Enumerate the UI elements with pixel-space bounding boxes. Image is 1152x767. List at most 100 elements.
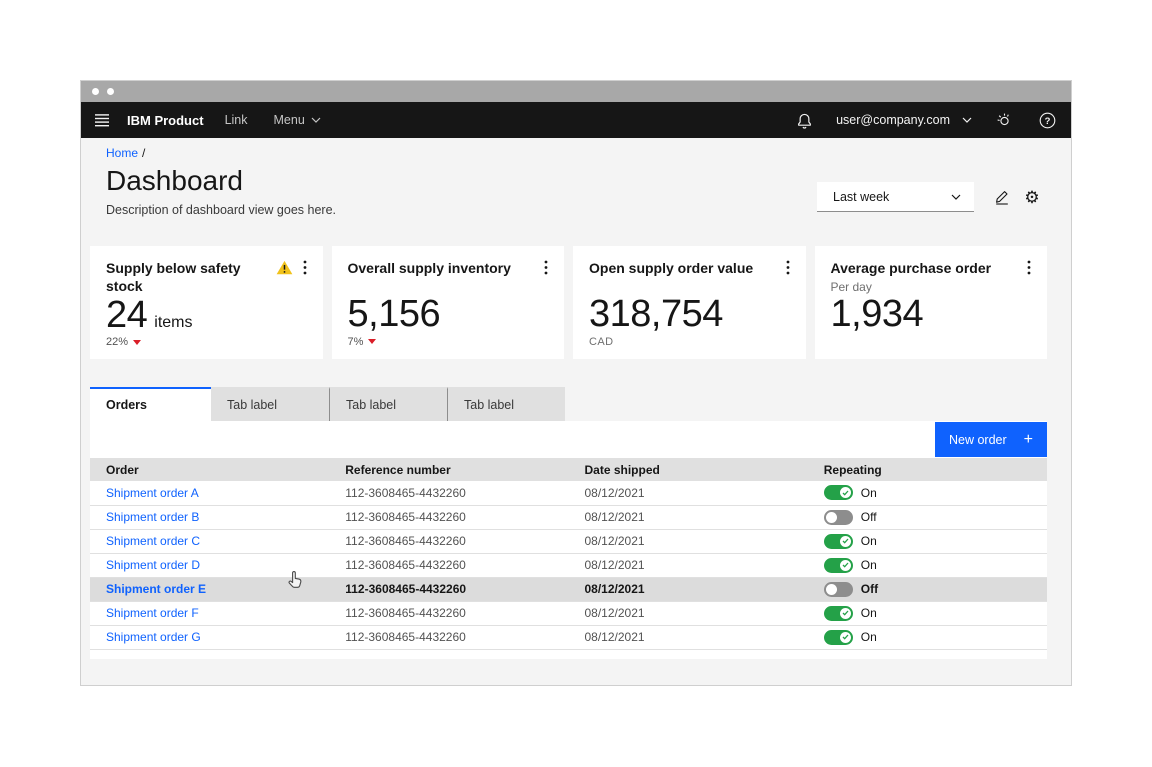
reference-cell: 112-3608465-4432260 [329,601,568,625]
breadcrumb-separator: / [142,146,145,160]
nav-menu[interactable]: Menu [261,102,334,138]
overflow-menu-icon[interactable] [1027,260,1031,275]
toggle-label: On [861,558,877,572]
nav-link[interactable]: Link [212,102,261,138]
order-link[interactable]: Shipment order A [106,486,199,500]
date-shipped-cell: 08/12/2021 [569,601,808,625]
settings-button[interactable]: ⚙ [1017,182,1047,212]
column-header-repeating[interactable]: Repeating [808,458,1047,481]
card-overall-supply-inventory: Overall supply inventory 5,156 7% [332,246,565,359]
card-title: Open supply order value [589,259,786,277]
check-icon [842,490,849,496]
date-shipped-cell: 08/12/2021 [569,481,808,505]
help-button[interactable]: ? [1026,102,1071,138]
card-title: Average purchase order [831,259,1028,277]
metric-value: 1,934 [831,294,924,334]
check-icon [842,562,849,568]
dropdown-value: Last week [833,190,889,204]
overflow-menu-icon[interactable] [786,260,790,275]
check-icon [842,610,849,616]
repeating-toggle[interactable] [824,485,853,500]
card-average-purchase-order: Average purchase order Per day 1,934 [815,246,1048,359]
orders-table: Order Reference number Date shipped Repe… [90,458,1047,650]
metric-cards: Supply below safety stock 24 [90,246,1047,359]
card-supply-below-safety-stock: Supply below safety stock 24 [90,246,323,359]
column-header-date-shipped[interactable]: Date shipped [569,458,808,481]
date-shipped-cell: 08/12/2021 [569,505,808,529]
product-name[interactable]: IBM Product [123,102,212,138]
trend-down-icon [133,340,141,345]
date-shipped-cell: 08/12/2021 [569,553,808,577]
date-shipped-cell: 08/12/2021 [569,625,808,649]
card-subtitle: Per day [831,280,1032,294]
order-link[interactable]: Shipment order C [106,534,200,548]
toggle-label: On [861,606,877,620]
chevron-down-icon [962,117,972,123]
tab-orders[interactable]: Orders [90,387,211,421]
header-spacer [334,102,783,138]
card-title: Overall supply inventory [348,259,545,277]
table-row[interactable]: Shipment order C 112-3608465-4432260 08/… [90,529,1047,553]
plus-icon: + [1024,432,1033,448]
app-window: IBM Product Link Menu user@company.com [80,80,1072,686]
metric-unit: items [154,314,192,332]
user-account-dropdown[interactable]: user@company.com [826,102,982,138]
table-row[interactable]: Shipment order D 112-3608465-4432260 08/… [90,553,1047,577]
time-period-dropdown[interactable]: Last week [817,182,974,212]
toggle-label: Off [861,582,878,596]
toggle-label: On [861,486,877,500]
reference-cell: 112-3608465-4432260 [329,577,568,601]
date-shipped-cell: 08/12/2021 [569,577,808,601]
toggle-label: On [861,534,877,548]
new-order-button[interactable]: New order + [935,422,1047,457]
table-row[interactable]: Shipment order A 112-3608465-4432260 08/… [90,481,1047,505]
metric-currency: CAD [589,336,613,348]
breadcrumb: Home / [106,146,1047,160]
trend-value: 22% [106,336,128,348]
pencil-edit-icon [994,189,1010,205]
window-control-dot[interactable] [107,88,114,95]
order-link[interactable]: Shipment order F [106,606,199,620]
column-header-reference[interactable]: Reference number [329,458,568,481]
page-content: Home/ Dashboard Description of dashboard… [81,138,1071,687]
overflow-menu-icon[interactable] [303,260,307,275]
order-link[interactable]: Shipment order G [106,630,201,644]
reference-cell: 112-3608465-4432260 [329,505,568,529]
theme-toggle-button[interactable] [982,102,1026,138]
hamburger-icon [94,112,110,128]
toggle-label: Off [861,510,877,524]
edit-button[interactable] [987,182,1017,212]
repeating-toggle[interactable] [824,534,853,549]
table-toolbar: New order + [90,421,1047,458]
table-row-hovered[interactable]: Shipment order E 112-3608465-4432260 08/… [90,577,1047,601]
table-header-row: Order Reference number Date shipped Repe… [90,458,1047,481]
tab-label-4[interactable]: Tab label [447,387,565,421]
column-header-order[interactable]: Order [90,458,329,481]
overflow-menu-icon[interactable] [544,260,548,275]
breadcrumb-home-link[interactable]: Home [106,146,138,160]
page-actions: Last week ⚙ [817,182,1047,212]
notifications-button[interactable] [783,102,826,138]
window-control-dot[interactable] [92,88,99,95]
table-row[interactable]: Shipment order F 112-3608465-4432260 08/… [90,601,1047,625]
repeating-toggle[interactable] [824,630,853,645]
check-icon [842,634,849,640]
repeating-toggle[interactable] [824,510,853,525]
tab-label-2[interactable]: Tab label [211,387,329,421]
repeating-toggle[interactable] [824,558,853,573]
repeating-toggle[interactable] [824,606,853,621]
order-link[interactable]: Shipment order D [106,558,200,572]
toggle-label: On [861,630,877,644]
table-row[interactable]: Shipment order B 112-3608465-4432260 08/… [90,505,1047,529]
gear-icon: ⚙ [1024,189,1039,206]
trend-value: 7% [348,336,364,348]
order-link[interactable]: Shipment order B [106,510,199,524]
card-title: Supply below safety stock [106,259,276,295]
tab-label-3[interactable]: Tab label [329,387,447,421]
table-row[interactable]: Shipment order G 112-3608465-4432260 08/… [90,625,1047,649]
order-link[interactable]: Shipment order E [106,582,206,596]
metric-value: 5,156 [348,294,441,334]
reference-cell: 112-3608465-4432260 [329,625,568,649]
hamburger-menu-button[interactable] [81,102,123,138]
repeating-toggle[interactable] [824,582,853,597]
